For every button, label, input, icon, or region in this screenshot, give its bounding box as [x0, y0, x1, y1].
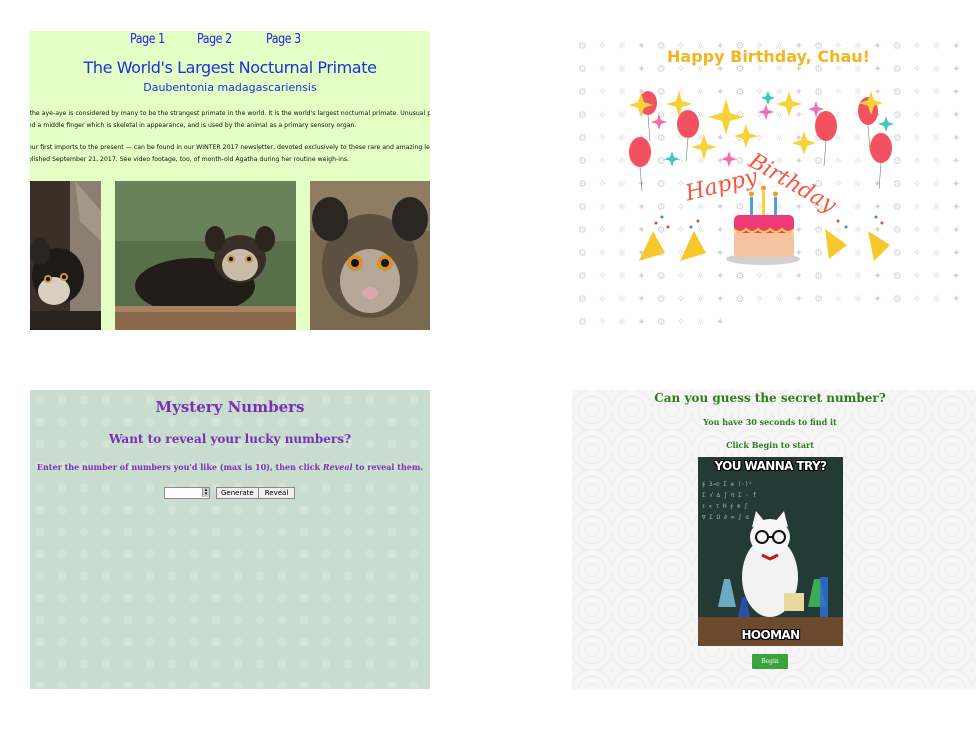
instructions-reveal-word: Reveal	[322, 462, 353, 472]
nav-link-page-2[interactable]: Page 2	[197, 32, 232, 47]
nav-link-page-1[interactable]: Page 1	[130, 32, 165, 47]
intro-paragraph-line-2: , and a middle finger which is skeletal …	[30, 122, 357, 129]
instructions-text-start: Enter the number of numbers you'd like (…	[36, 462, 323, 472]
aye-aye-photo-3	[310, 181, 430, 330]
begin-button[interactable]: Begin	[752, 654, 788, 669]
generate-button[interactable]: Generate	[216, 487, 259, 499]
mystery-instructions: Enter the number of numbers you'd like (…	[30, 462, 430, 472]
cat-icon	[698, 511, 843, 646]
page-nav: Page 1 Page 2 Page 3	[30, 31, 430, 51]
mystery-title: Mystery Numbers	[155, 398, 305, 416]
page-title: The World's Largest Nocturnal Primate	[83, 58, 377, 77]
instructions-text-end: to reveal them.	[352, 462, 424, 472]
number-spinner[interactable]: ▴ ▾	[202, 488, 209, 497]
timer-text: You have 30 seconds to find it	[703, 417, 837, 427]
nav-link-page-3[interactable]: Page 3	[266, 32, 301, 47]
secret-title: Can you guess the secret number?	[654, 391, 886, 405]
birthday-cake-icon	[726, 185, 800, 265]
page-subtitle: Daubentonia madagascariensis	[143, 81, 317, 94]
aye-aye-photo-2	[115, 181, 296, 330]
mystery-numbers-thumbnail: Mystery Numbers Want to reveal your luck…	[30, 390, 430, 689]
secret-number-thumbnail: Can you guess the secret number? You hav…	[572, 390, 976, 689]
start-instruction: Click Begin to start	[726, 440, 814, 450]
birthday-card-thumbnail: ⚙✧☼✦⚙✧☼✦⚙✧☼✦⚙✧☼✦⚙✧☼✦⚙✧☼✦⚙✧☼✦⚙✧☼✦⚙✧☼✦⚙✧☼✦…	[576, 31, 976, 330]
aye-aye-photo-1	[30, 181, 101, 330]
meme-top-caption: YOU WANNA TRY?	[714, 459, 828, 473]
news-paragraph-line-2: published September 21, 2017. See video …	[30, 156, 350, 163]
primate-page-thumbnail: Page 1 Page 2 Page 3 The World's Largest…	[30, 31, 430, 330]
intro-paragraph-line-1: ts, the aye-aye is considered by many to…	[30, 110, 430, 117]
cat-scientist-meme: ∮ 3→⊙ Σ ⊕ (·)² Σ √ ∆ ∫ π Σ · fℓ ∝ τ H ∮ ⊗…	[698, 457, 843, 646]
meme-bottom-caption: HOOMAN	[741, 628, 800, 642]
mystery-subtitle: Want to reveal your lucky numbers?	[109, 432, 351, 446]
reveal-button[interactable]: Reveal	[258, 487, 295, 499]
news-paragraph-line-1: m our first imports to the present — can…	[30, 144, 430, 151]
